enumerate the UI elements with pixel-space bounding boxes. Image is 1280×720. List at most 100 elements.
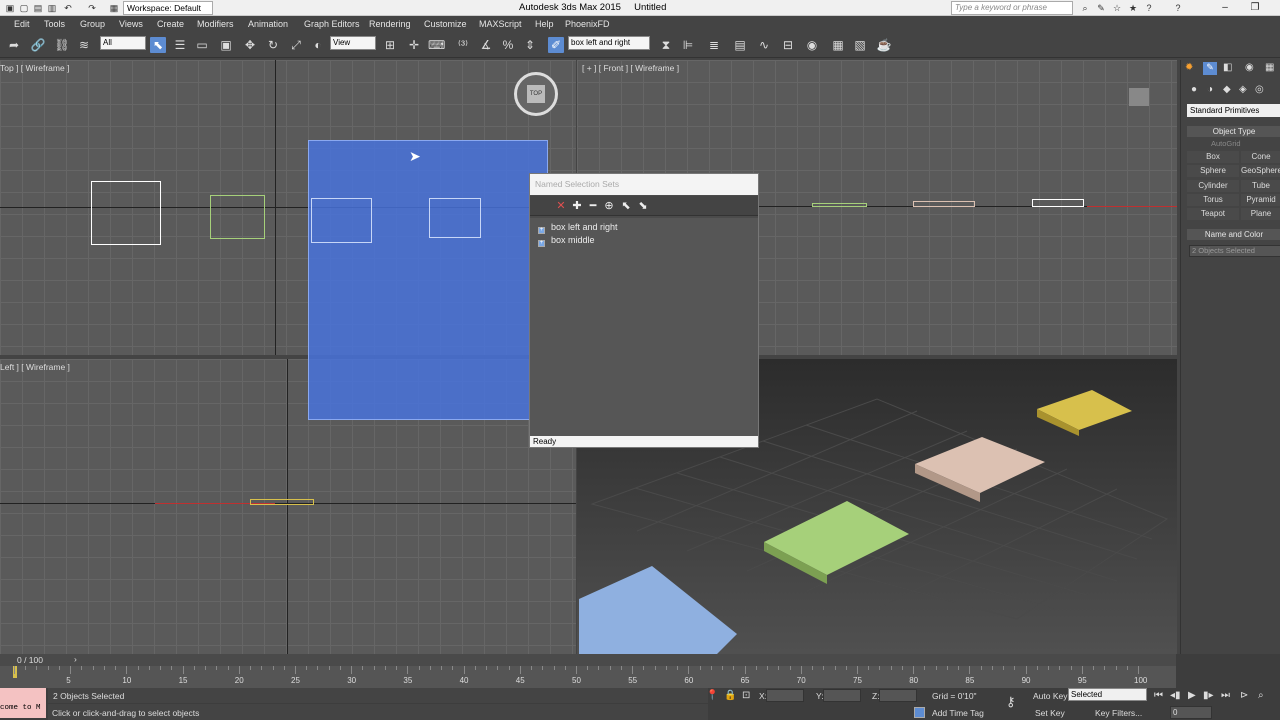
isolate-icon[interactable]: 📍	[706, 690, 718, 701]
lights-icon[interactable]: ◆	[1223, 84, 1231, 95]
render-setup-icon[interactable]: ▦	[830, 37, 846, 53]
go-to-start-icon[interactable]: ⏮	[1154, 690, 1163, 701]
y-coordinate-field[interactable]	[823, 689, 861, 702]
expand-icon[interactable]: +	[538, 227, 545, 234]
viewcube-face[interactable]: TOP	[527, 85, 545, 103]
time-tag-icon[interactable]	[914, 707, 925, 718]
viewcube[interactable]	[1129, 88, 1149, 106]
subscription-icon[interactable]: ✎	[1095, 2, 1107, 14]
select-and-link-icon[interactable]: 🔗	[30, 37, 46, 53]
workspace-dropdown[interactable]: Workspace: Default	[123, 1, 213, 15]
key-mode-icon[interactable]: ⊳	[1240, 690, 1248, 701]
toggle-ribbon-icon[interactable]: ▤	[732, 37, 748, 53]
move-icon[interactable]: ✥	[242, 37, 258, 53]
rendered-frame-window-icon[interactable]: ▧	[852, 37, 868, 53]
utilities-tab-icon[interactable]: ▦	[1265, 62, 1274, 73]
layer-manager-icon[interactable]: ≣	[706, 37, 722, 53]
select-objects-by-name-icon[interactable]: ⬊	[636, 199, 650, 213]
selection-filter-dropdown[interactable]: All	[100, 36, 146, 50]
menu-modifiers[interactable]: Modifiers	[197, 19, 234, 29]
hierarchy-tab-icon[interactable]: ◧	[1223, 62, 1232, 73]
key-filters-button[interactable]: Key Filters...	[1095, 708, 1142, 718]
list-item[interactable]: + box left and right	[538, 222, 618, 234]
help-icon[interactable]: ?	[1143, 2, 1155, 14]
undo-icon[interactable]: ↶	[62, 2, 74, 14]
select-by-name-icon[interactable]: ☰	[172, 37, 188, 53]
key-set-dropdown[interactable]: Selected	[1068, 688, 1147, 701]
manipulate-icon[interactable]: ✛	[406, 37, 422, 53]
add-selected-icon[interactable]: ⊕	[602, 199, 616, 213]
key-icon[interactable]: ⚷	[1006, 694, 1016, 710]
next-frame-icon[interactable]: ▮▸	[1203, 690, 1214, 701]
keyboard-shortcut-icon[interactable]: ⌨	[428, 37, 445, 53]
sun-icon[interactable]: ✹	[1185, 62, 1193, 73]
time-slider[interactable]: 0 / 100 ›	[0, 654, 1176, 666]
rectangular-selection-icon[interactable]: ▭	[194, 37, 210, 53]
play-icon[interactable]: ▶	[1188, 690, 1196, 701]
communication-center-icon[interactable]: ☆	[1111, 2, 1123, 14]
angle-snap-icon[interactable]: ∡	[478, 37, 494, 53]
box-left-view[interactable]	[250, 499, 314, 505]
box-outline-left[interactable]	[91, 181, 161, 245]
go-to-end-icon[interactable]: ⏭	[1221, 690, 1230, 701]
search-input[interactable]: Type a keyword or phrase	[951, 1, 1073, 15]
schematic-view-icon[interactable]: ⊟	[780, 37, 796, 53]
cone-button[interactable]: Cone	[1241, 151, 1280, 163]
category-dropdown[interactable]: Standard Primitives	[1187, 104, 1280, 117]
pivot-center-icon[interactable]: ⊞	[382, 37, 398, 53]
open-file-icon[interactable]: ▤	[32, 2, 44, 14]
viewport-left-label[interactable]: Left ] [ Wireframe ]	[0, 362, 70, 372]
delete-icon[interactable]: ✕	[554, 199, 568, 213]
box-front-selected[interactable]	[1032, 199, 1084, 207]
menu-tools[interactable]: Tools	[44, 19, 65, 29]
minimize-button[interactable]: –	[1210, 0, 1240, 16]
percent-snap-icon[interactable]: %	[500, 37, 516, 53]
teapot-button[interactable]: Teapot	[1187, 208, 1239, 220]
menu-edit[interactable]: Edit	[14, 19, 30, 29]
edit-named-selection-icon[interactable]: ✐	[548, 37, 564, 53]
torus-button[interactable]: Torus	[1187, 194, 1239, 206]
app-icon[interactable]: ▣	[4, 2, 16, 14]
geometry-icon[interactable]: ●	[1191, 84, 1197, 95]
expand-icon[interactable]: +	[538, 240, 545, 247]
remove-icon[interactable]: ━	[586, 199, 600, 213]
maxscript-listener[interactable]: come to M	[0, 688, 46, 718]
box-button[interactable]: Box	[1187, 151, 1239, 163]
auto-key-button[interactable]: Auto Key	[1033, 691, 1068, 701]
menu-phoenixfd[interactable]: PhoenixFD	[565, 19, 610, 29]
plane-button[interactable]: Plane	[1241, 208, 1280, 220]
create-tab-icon[interactable]: ✎	[1203, 62, 1217, 75]
viewport-front-label[interactable]: [ + ] [ Front ] [ Wireframe ]	[582, 63, 679, 73]
menu-group[interactable]: Group	[80, 19, 105, 29]
object-type-header[interactable]: Object Type	[1187, 126, 1280, 137]
spinner-snap-icon[interactable]: ⇕	[522, 37, 538, 53]
previous-frame-icon[interactable]: ◂▮	[1170, 690, 1181, 701]
x-coordinate-field[interactable]	[766, 689, 804, 702]
align-icon[interactable]: ⊫	[680, 37, 696, 53]
redo-icon[interactable]: ↷	[86, 2, 98, 14]
absolute-mode-icon[interactable]: ⊡	[742, 690, 750, 701]
menu-graph-editors[interactable]: Graph Editors	[304, 19, 360, 29]
geosphere-button[interactable]: GeoSphere	[1241, 165, 1280, 177]
place-icon[interactable]: ◐	[310, 37, 326, 53]
current-frame-field[interactable]: 0	[1170, 706, 1212, 719]
favorites-icon[interactable]: ★	[1127, 2, 1139, 14]
bind-space-warp-icon[interactable]: ≋	[76, 37, 92, 53]
search-icon[interactable]: ⌕	[1079, 2, 1091, 14]
window-crossing-icon[interactable]: ▣	[218, 37, 234, 53]
mirror-icon[interactable]: ⧗	[658, 37, 674, 53]
list-item[interactable]: + box middle	[538, 235, 595, 247]
help-dropdown-icon[interactable]: ?	[1172, 2, 1184, 14]
snaps-toggle-icon[interactable]: ⁽³⁾	[455, 37, 471, 53]
track-bar[interactable]: 5 10 15 20 25 30 35 40 45 50 55 60 65 70 75 80 85 90 95 100	[0, 666, 1176, 688]
menu-create[interactable]: Create	[157, 19, 184, 29]
curve-editor-icon[interactable]: ∿	[756, 37, 772, 53]
set-key-button[interactable]: Set Key	[1035, 708, 1065, 718]
menu-maxscript[interactable]: MAXScript	[479, 19, 522, 29]
box-outline-middle[interactable]	[210, 195, 265, 239]
cylinder-button[interactable]: Cylinder	[1187, 180, 1239, 192]
helpers-icon[interactable]: ◎	[1255, 84, 1264, 95]
material-editor-icon[interactable]: ◉	[804, 37, 820, 53]
named-selection-sets-dropdown[interactable]: box left and right	[568, 36, 650, 50]
menu-help[interactable]: Help	[535, 19, 554, 29]
